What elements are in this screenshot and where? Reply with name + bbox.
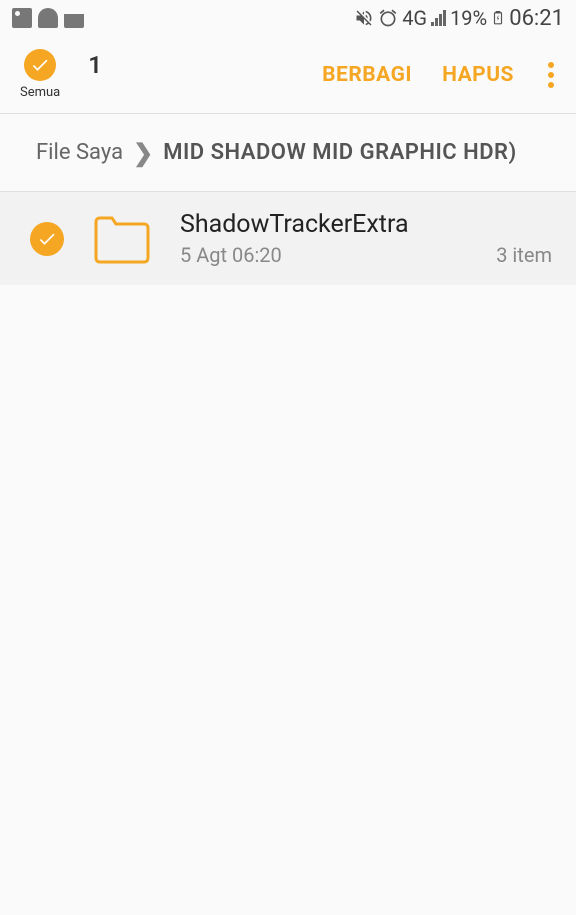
- status-bar: 4G 19% 06:21: [0, 0, 576, 36]
- selection-toolbar: Semua 1 BERBAGI HAPUS: [0, 36, 576, 114]
- share-button[interactable]: BERBAGI: [322, 63, 412, 87]
- image-notification-icon: [12, 8, 32, 28]
- item-count: 3 item: [496, 243, 552, 267]
- breadcrumb[interactable]: File Saya ❯ MID SHADOW MID GRAPHIC HDR): [0, 114, 576, 192]
- status-left: [12, 8, 84, 28]
- item-name: ShadowTrackerExtra: [180, 210, 552, 239]
- signal-icon: [431, 10, 446, 26]
- clock-time: 06:21: [509, 6, 564, 31]
- breadcrumb-root[interactable]: File Saya: [36, 140, 123, 165]
- toolbar-actions: BERBAGI HAPUS: [322, 58, 558, 92]
- file-list: ShadowTrackerExtra 5 Agt 06:20 3 item: [0, 192, 576, 285]
- select-all-label: Semua: [20, 85, 60, 100]
- delete-button[interactable]: HAPUS: [442, 63, 514, 87]
- item-info: ShadowTrackerExtra 5 Agt 06:20 3 item: [180, 210, 552, 267]
- battery-charging-icon: [491, 7, 505, 29]
- mute-icon: [354, 8, 374, 28]
- selection-count: 1: [88, 51, 102, 79]
- item-checkbox[interactable]: [30, 222, 64, 256]
- alarm-notification-icon: [38, 8, 58, 28]
- select-all-check-icon: [24, 49, 56, 81]
- status-right: 4G 19% 06:21: [354, 6, 564, 31]
- breadcrumb-current: MID SHADOW MID GRAPHIC HDR): [163, 140, 517, 165]
- folder-icon: [92, 214, 152, 264]
- battery-percent: 19%: [450, 6, 487, 30]
- list-item[interactable]: ShadowTrackerExtra 5 Agt 06:20 3 item: [0, 192, 576, 285]
- network-type: 4G: [402, 6, 427, 30]
- select-all-button[interactable]: Semua: [20, 49, 60, 100]
- item-meta: 5 Agt 06:20 3 item: [180, 243, 552, 267]
- wifi-notification-icon: [64, 8, 84, 28]
- alarm-status-icon: [378, 8, 398, 28]
- more-menu-button[interactable]: [544, 58, 558, 92]
- chevron-right-icon: ❯: [133, 139, 153, 167]
- item-date: 5 Agt 06:20: [180, 243, 282, 267]
